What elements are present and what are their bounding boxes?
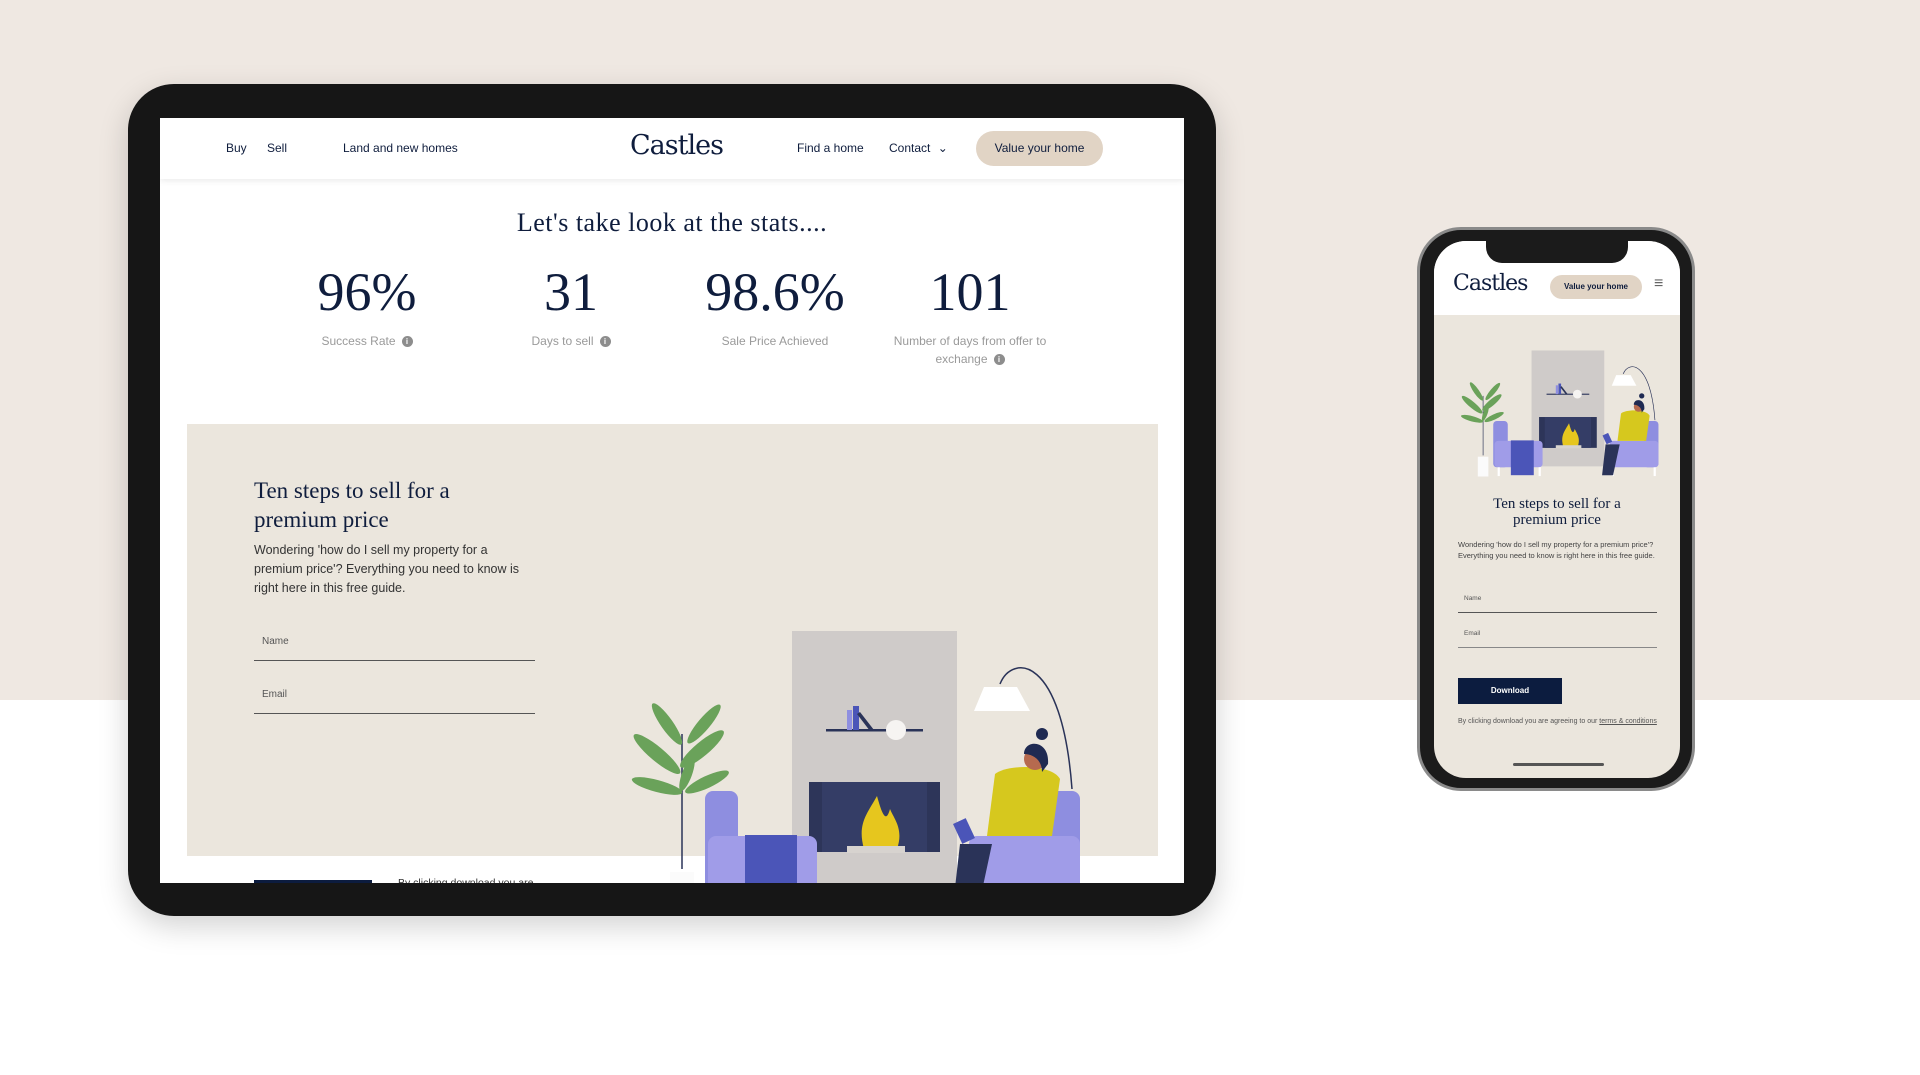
stat-label: Number of days from offer to exchange: [893, 334, 1047, 366]
download-button[interactable]: Download: [254, 880, 372, 883]
stat-value: 101: [929, 262, 1011, 322]
nav-buy[interactable]: Buy: [226, 141, 247, 155]
phone-notch: [1486, 241, 1628, 263]
phone-logo[interactable]: Castles: [1453, 271, 1528, 296]
phone-terms-link[interactable]: terms & conditions: [1599, 718, 1657, 725]
tablet-screen: Buy Sell Land and new homes Castles Find…: [160, 118, 1184, 883]
phone-value-your-home-button[interactable]: Value your home: [1550, 275, 1642, 299]
nav-sell[interactable]: Sell: [267, 141, 287, 155]
terms-text: By clicking download you are agreeing to…: [398, 874, 538, 883]
nav-find-a-home[interactable]: Find a home: [797, 141, 864, 155]
home-indicator: [1513, 763, 1604, 766]
stats-heading: Let's take look at the stats....: [516, 208, 828, 237]
top-nav: Buy Sell Land and new homes Castles Find…: [160, 118, 1184, 179]
phone-terms-text: By clicking download you are agreeing to…: [1458, 716, 1658, 728]
phone-name-input[interactable]: Name: [1458, 589, 1657, 613]
phone-guide-description: Wondering 'how do I sell my property for…: [1458, 540, 1655, 560]
stat-label: Success Rate: [321, 334, 396, 348]
guide-title: Ten steps to sell for a premium price: [254, 478, 450, 532]
phone-screen: Castles Value your home ≡ Ten steps to s…: [1434, 241, 1680, 778]
stat-label: Days to sell: [531, 334, 594, 348]
guide-description: Wondering 'how do I sell my property for…: [254, 543, 520, 595]
guide-panel: Ten steps to sell for a premium price Wo…: [187, 424, 1158, 883]
phone-email-input[interactable]: Email: [1458, 624, 1657, 648]
stat-value: 96%: [317, 262, 417, 322]
info-icon[interactable]: i: [599, 336, 611, 348]
stat-label: Sale Price Achieved: [721, 334, 829, 348]
phone-illustration: [1459, 350, 1659, 477]
phone-download-button[interactable]: Download: [1458, 678, 1562, 704]
living-room-illustration: [628, 630, 1081, 883]
stat-value: 98.6%: [705, 262, 845, 322]
terms-prefix: By clicking download you are agreeing to…: [398, 877, 534, 883]
chevron-down-icon: ⌄: [937, 141, 948, 155]
stat-success-rate: 96% Success Rate i: [267, 260, 467, 350]
stat-days-to-sell: 31 Days to sell i: [471, 260, 671, 350]
hamburger-menu-icon[interactable]: ≡: [1654, 275, 1663, 293]
nav-land-new-homes[interactable]: Land and new homes: [343, 141, 458, 155]
stat-value: 31: [544, 262, 598, 322]
name-input[interactable]: Name: [254, 629, 535, 661]
nav-contact-label: Contact: [889, 141, 931, 155]
email-input[interactable]: Email: [254, 682, 535, 714]
terms-prefix: By clicking download you are agreeing to…: [1458, 718, 1600, 725]
value-your-home-button[interactable]: Value your home: [976, 131, 1103, 166]
nav-contact[interactable]: Contact ⌄: [889, 141, 948, 155]
stat-offer-to-exchange: 101 Number of days from offer to exchang…: [880, 260, 1060, 368]
phone-guide-title: Ten steps to sell for a premium price: [1493, 496, 1621, 528]
info-icon[interactable]: i: [401, 336, 413, 348]
logo[interactable]: Castles: [630, 130, 724, 161]
stat-sale-price: 98.6% Sale Price Achieved: [675, 260, 875, 350]
info-icon[interactable]: i: [993, 354, 1005, 366]
